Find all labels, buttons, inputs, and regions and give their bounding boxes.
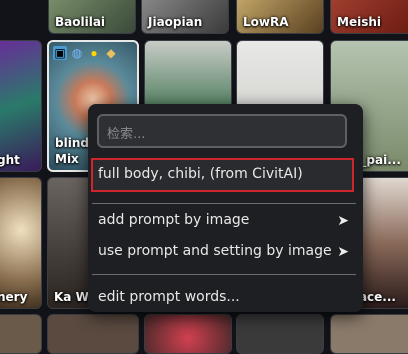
model-card-scenery[interactable]: nery [0, 177, 42, 309]
card-label: ght [0, 153, 20, 167]
model-card-lowra[interactable]: LowRA [236, 0, 324, 34]
image-icon[interactable]: ▣ [53, 46, 67, 60]
model-card-bottom-3[interactable] [144, 314, 232, 354]
tag-icon[interactable]: ◆ [104, 46, 118, 60]
card-label-2: Mix [55, 152, 79, 166]
card-label: Meishi [337, 15, 381, 29]
model-card-bottom-5[interactable] [330, 314, 408, 354]
card-label: LowRA [243, 15, 289, 29]
submenu-arrow-icon: ➤ [337, 212, 349, 228]
lightbulb-icon[interactable]: ● [87, 46, 101, 60]
model-card-bottom-1[interactable] [0, 314, 42, 354]
model-card-bottom-2[interactable] [47, 314, 139, 354]
context-menu: 检索... full body, chibi, (from CivitAI) a… [88, 104, 363, 312]
menu-item-add-prompt-by-image[interactable]: add prompt by image [98, 212, 249, 228]
model-card-meishi[interactable]: Meishi [330, 0, 408, 34]
model-card-bottom-4[interactable] [236, 314, 324, 354]
menu-divider [92, 274, 356, 275]
card-label: Baolilai [55, 15, 106, 29]
menu-item-full-body-chibi[interactable]: full body, chibi, (from CivitAI) [98, 166, 303, 182]
submenu-arrow-icon: ➤ [337, 243, 349, 259]
menu-divider [92, 203, 356, 204]
menu-item-edit-prompt-words[interactable]: edit prompt words... [98, 289, 240, 305]
model-card-baolilai[interactable]: Baolilai [48, 0, 136, 34]
card-label: Jiaopian [148, 15, 203, 29]
search-input[interactable]: 检索... [97, 114, 347, 148]
menu-item-use-prompt-and-setting[interactable]: use prompt and setting by image [98, 243, 332, 259]
model-card-jiaopian[interactable]: Jiaopian [141, 0, 229, 34]
model-card-left-partial[interactable]: ght [0, 40, 42, 172]
card-toolbar: ▣ ◍ ● ◆ [53, 46, 118, 60]
card-label: nery [0, 290, 28, 304]
globe-icon[interactable]: ◍ [70, 46, 84, 60]
